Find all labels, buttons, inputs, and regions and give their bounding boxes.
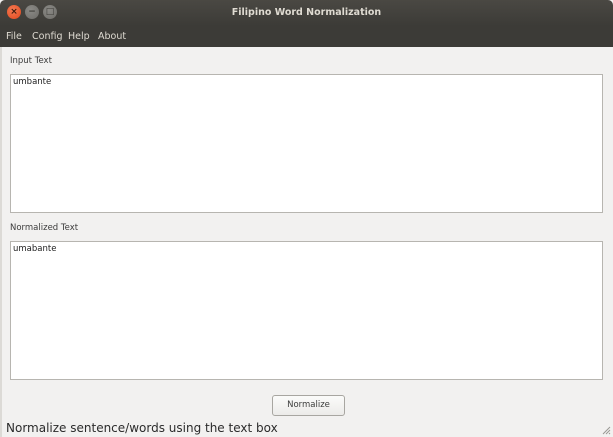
resize-grip-icon[interactable] (601, 425, 611, 435)
input-text-label: Input Text (10, 56, 52, 66)
menu-bar: File Config Help About (0, 26, 613, 47)
app-window: × − □ Filipino Word Normalization File C… (0, 0, 613, 437)
menu-file[interactable]: File (6, 26, 22, 47)
menu-about[interactable]: About (98, 26, 126, 47)
window-title: Filipino Word Normalization (231, 7, 382, 18)
normalized-text-label: Normalized Text (10, 223, 79, 233)
menu-help[interactable]: Help (68, 26, 90, 47)
menu-config[interactable]: Config (32, 26, 62, 47)
window-border (0, 47, 2, 437)
normalize-button[interactable]: Normalize (272, 395, 345, 416)
status-bar-text: Normalize sentence/words using the text … (6, 421, 278, 435)
title-bar[interactable]: × − □ Filipino Word Normalization (0, 0, 613, 26)
input-text-area[interactable]: umbante (10, 74, 603, 213)
normalized-text-area[interactable]: umabante (10, 241, 603, 380)
